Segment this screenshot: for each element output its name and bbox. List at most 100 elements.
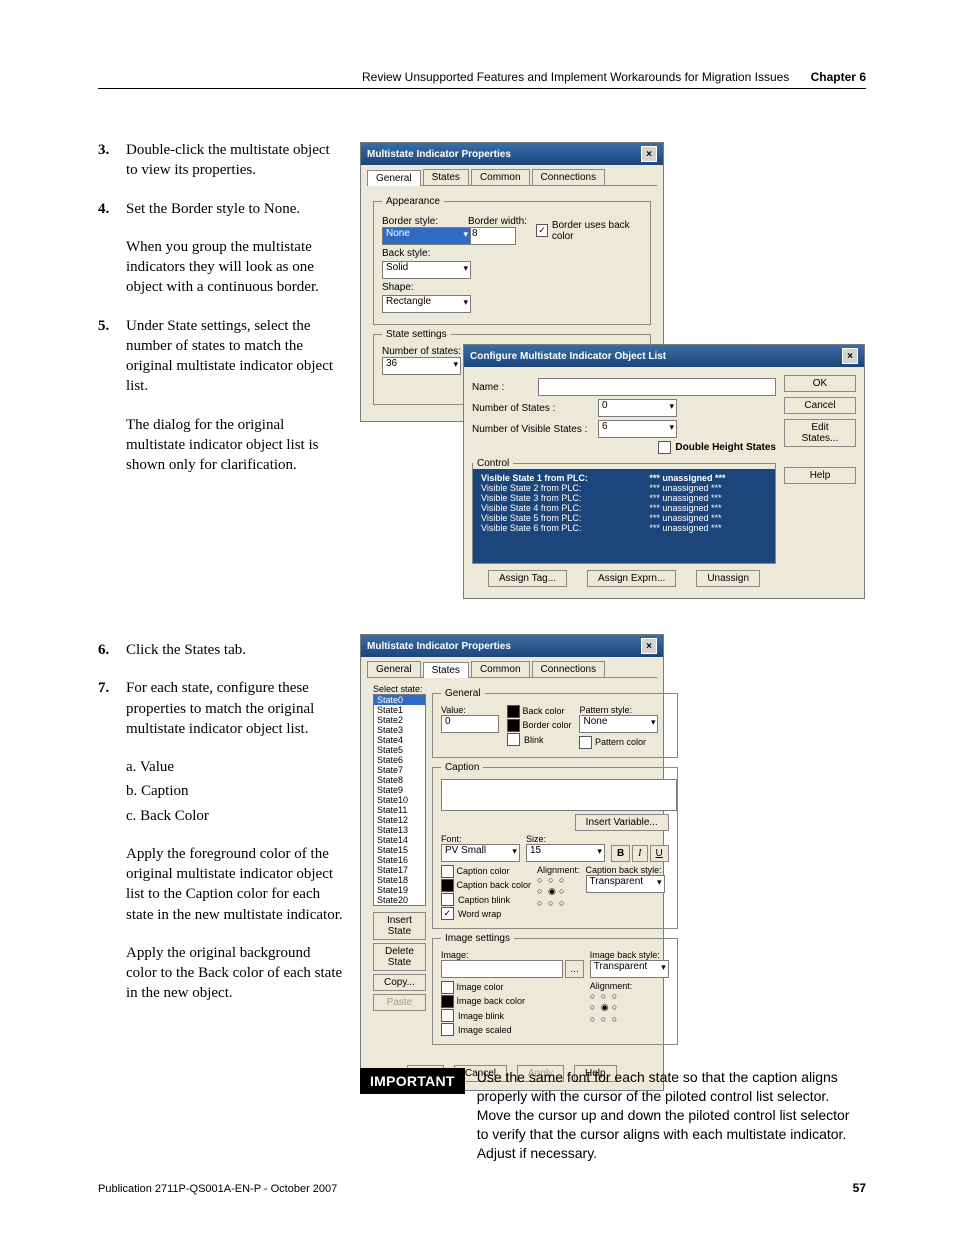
header-rule bbox=[98, 88, 866, 89]
tab-general[interactable]: General bbox=[367, 661, 421, 677]
back-style-select[interactable]: Solid bbox=[382, 261, 471, 279]
step-7: 7.For each state, configure these proper… bbox=[98, 678, 343, 739]
back-color-label: Back color bbox=[522, 706, 564, 716]
caption-color-swatch[interactable] bbox=[441, 865, 454, 878]
size-label: Size: bbox=[526, 834, 605, 844]
image-alignment-label: Alignment: bbox=[590, 981, 669, 991]
caption-color-label: Caption color bbox=[456, 866, 509, 876]
value-label: Value: bbox=[441, 705, 499, 715]
pattern-style-label: Pattern style: bbox=[579, 705, 658, 715]
tab-states[interactable]: States bbox=[423, 169, 469, 185]
tab-connections[interactable]: Connections bbox=[532, 169, 606, 185]
caption-back-color-label: Caption back color bbox=[456, 880, 531, 890]
caption-back-style-select[interactable]: Transparent bbox=[586, 875, 665, 893]
image-back-color-swatch[interactable] bbox=[441, 995, 454, 1008]
back-style-label: Back style: bbox=[382, 248, 430, 259]
important-label: IMPORTANT bbox=[360, 1068, 465, 1094]
cfg-name-input[interactable] bbox=[538, 378, 776, 396]
caption-back-style-label: Caption back style: bbox=[586, 865, 665, 875]
image-input[interactable] bbox=[441, 960, 563, 978]
word-wrap-checkbox[interactable]: ✓Word wrap bbox=[441, 907, 531, 920]
insert-state-button[interactable]: Insert State bbox=[373, 912, 426, 940]
dialog-configure-object-list: Configure Multistate Indicator Object Li… bbox=[463, 344, 865, 599]
image-color-swatch[interactable] bbox=[441, 981, 454, 994]
tab-general[interactable]: General bbox=[367, 170, 421, 186]
shape-select[interactable]: Rectangle bbox=[382, 295, 471, 313]
dialog-multistate-properties-states: Multistate Indicator Properties × Genera… bbox=[360, 634, 664, 1091]
caption-back-color-swatch[interactable] bbox=[441, 879, 454, 892]
italic-button[interactable]: I bbox=[632, 845, 647, 862]
blink-checkbox[interactable]: Blink bbox=[507, 733, 572, 746]
cfg-double-height-checkbox[interactable]: Double Height States bbox=[658, 441, 776, 454]
image-browse-button[interactable]: ... bbox=[565, 960, 583, 978]
border-uses-back-checkbox[interactable]: ✓Border uses back color bbox=[536, 220, 642, 242]
border-color-swatch[interactable] bbox=[507, 719, 520, 732]
font-label: Font: bbox=[441, 834, 520, 844]
close-icon[interactable]: × bbox=[641, 638, 657, 654]
header-title: Review Unsupported Features and Implemen… bbox=[362, 70, 789, 84]
image-back-style-label: Image back style: bbox=[590, 950, 669, 960]
step-7-apply1: Apply the foreground color of the origin… bbox=[98, 844, 343, 925]
image-back-style-select[interactable]: Transparent bbox=[590, 960, 669, 978]
close-icon[interactable]: × bbox=[641, 146, 657, 162]
tab-common[interactable]: Common bbox=[471, 661, 530, 677]
dialog2-titlebar[interactable]: Multistate Indicator Properties × bbox=[361, 635, 663, 657]
copy-button[interactable]: Copy... bbox=[373, 974, 426, 991]
caption-textarea[interactable] bbox=[441, 779, 677, 811]
dialog-cfg-title: Configure Multistate Indicator Object Li… bbox=[470, 351, 666, 362]
step-4: 4.Set the Border style to None. bbox=[98, 199, 343, 219]
dialog1-titlebar[interactable]: Multistate Indicator Properties × bbox=[361, 143, 663, 165]
important-note: IMPORTANT Use the same font for each sta… bbox=[360, 1068, 865, 1162]
pattern-color-swatch[interactable] bbox=[579, 736, 592, 749]
step-7-apply2: Apply the original background color to t… bbox=[98, 943, 343, 1004]
cfg-control-group: Control Visible State 1 from PLC:*** una… bbox=[472, 458, 776, 564]
unassign-button[interactable]: Unassign bbox=[696, 570, 760, 587]
delete-state-button[interactable]: Delete State bbox=[373, 943, 426, 971]
size-select[interactable]: 15 bbox=[526, 844, 605, 862]
cfg-numstates-select[interactable]: 0 bbox=[598, 399, 677, 417]
paste-button[interactable]: Paste bbox=[373, 994, 426, 1011]
caption-group: Caption Insert Variable... Font: PV Smal… bbox=[432, 762, 678, 929]
border-width-label: Border width: bbox=[468, 216, 530, 227]
border-style-select[interactable]: None bbox=[382, 227, 471, 245]
image-alignment-grid[interactable]: ○○○○◉○○○○ bbox=[590, 991, 669, 1024]
state-listbox[interactable]: State0 State1State2State3 State4State5St… bbox=[373, 694, 426, 906]
close-icon[interactable]: × bbox=[842, 348, 858, 364]
footer-page-number: 57 bbox=[853, 1181, 866, 1195]
step-4-note: When you group the multistate indicators… bbox=[98, 237, 343, 298]
cfg-control-list[interactable]: Visible State 1 from PLC:*** unassigned … bbox=[473, 469, 775, 563]
image-blink-checkbox[interactable]: Image blink bbox=[441, 1009, 584, 1022]
cfg-cancel-button[interactable]: Cancel bbox=[784, 397, 856, 414]
cfg-help-button[interactable]: Help bbox=[784, 467, 856, 484]
state-settings-legend: State settings bbox=[382, 329, 451, 340]
assign-exprn-button[interactable]: Assign Exprn... bbox=[587, 570, 676, 587]
pattern-style-select[interactable]: None bbox=[579, 715, 658, 733]
caption-legend: Caption bbox=[441, 762, 483, 773]
border-width-input[interactable]: 8 bbox=[468, 227, 516, 245]
appearance-legend: Appearance bbox=[382, 196, 444, 207]
bold-button[interactable]: B bbox=[611, 845, 630, 862]
cfg-edit-states-button[interactable]: Edit States... bbox=[784, 419, 856, 447]
back-color-swatch[interactable] bbox=[507, 705, 520, 718]
tab-connections[interactable]: Connections bbox=[532, 661, 606, 677]
step-7a: a. Value bbox=[98, 757, 343, 777]
insert-variable-button[interactable]: Insert Variable... bbox=[575, 814, 669, 831]
tab-common[interactable]: Common bbox=[471, 169, 530, 185]
border-style-label: Border style: bbox=[382, 216, 462, 227]
num-states-select[interactable]: 36 bbox=[382, 357, 461, 375]
assign-tag-button[interactable]: Assign Tag... bbox=[488, 570, 567, 587]
general-legend: General bbox=[441, 688, 485, 699]
cfg-numvisible-select[interactable]: 6 bbox=[598, 420, 677, 438]
step-3: 3.Double-click the multistate object to … bbox=[98, 140, 343, 181]
cfg-ok-button[interactable]: OK bbox=[784, 375, 856, 392]
alignment-grid[interactable]: ○○○○◉○○○○ bbox=[537, 875, 580, 908]
value-input[interactable]: 0 bbox=[441, 715, 499, 733]
underline-button[interactable]: U bbox=[650, 845, 669, 862]
step-7b: b. Caption bbox=[98, 781, 343, 801]
cfg-name-label: Name : bbox=[472, 382, 532, 393]
caption-blink-checkbox[interactable]: Caption blink bbox=[441, 893, 531, 906]
tab-states[interactable]: States bbox=[423, 662, 469, 678]
dialog-cfg-titlebar[interactable]: Configure Multistate Indicator Object Li… bbox=[464, 345, 864, 367]
font-select[interactable]: PV Small bbox=[441, 844, 520, 862]
image-scaled-checkbox[interactable]: Image scaled bbox=[441, 1023, 584, 1036]
